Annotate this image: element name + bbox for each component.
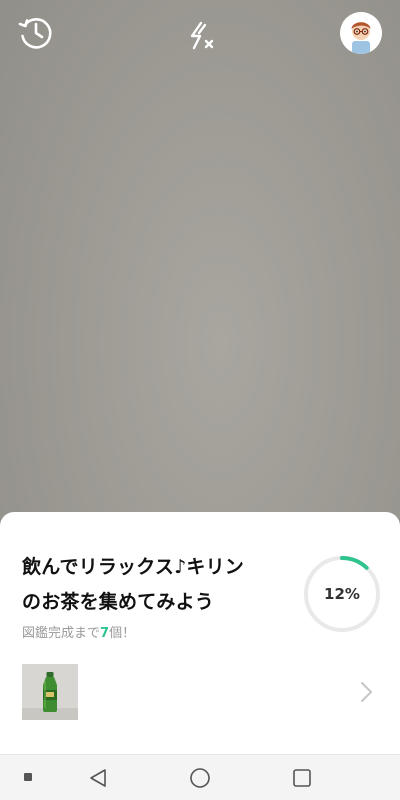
home-button[interactable] [186,764,214,792]
remaining-count: 7 [100,626,110,641]
user-avatar-icon [340,12,382,54]
top-bar [0,0,400,70]
card-title-line-1: 飲んでリラックス♪キリン [22,556,245,578]
chevron-right-icon[interactable] [356,680,376,704]
back-triangle-icon [90,769,106,787]
home-circle-icon [190,768,210,788]
green-tea-bottle-thumbnail [22,664,78,720]
system-navigation-bar [0,754,400,800]
remaining-count-text: 図鑑完成まで7個！ [22,622,135,641]
flash-toggle-button[interactable] [179,14,223,58]
collection-card[interactable]: 飲んでリラックス♪キリン のお茶を集めてみよう 図鑑完成まで7個！ 12% [0,512,400,754]
collected-item-thumbnail[interactable] [22,664,78,720]
remaining-suffix: 個！ [109,626,136,641]
history-button[interactable] [14,10,58,54]
remaining-prefix: 図鑑完成まで [22,626,101,641]
square-dot-button[interactable] [18,767,38,787]
recents-button[interactable] [288,764,316,792]
avatar-button[interactable] [340,12,382,54]
square-dot-icon [24,773,32,781]
history-clock-icon [18,18,52,49]
back-button[interactable] [84,764,112,792]
progress-percentage: 12% [324,585,360,603]
recents-square-icon [293,769,311,787]
flash-off-icon [190,21,214,50]
card-title-line-2: のお茶を集めてみよう [22,591,215,613]
